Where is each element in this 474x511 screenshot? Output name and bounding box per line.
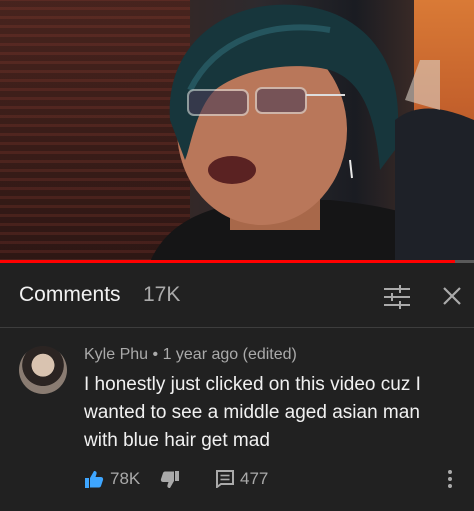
more-vertical-icon[interactable] — [446, 467, 454, 491]
comment-actions: 78K 477 — [84, 467, 464, 493]
close-icon[interactable] — [440, 284, 464, 308]
avatar[interactable] — [19, 346, 67, 394]
comment-text: I honestly just clicked on this video cu… — [84, 374, 421, 451]
video-player[interactable] — [0, 0, 474, 262]
comments-count: 17K — [143, 283, 181, 306]
comment-author[interactable]: Kyle Phu — [84, 346, 148, 363]
video-frame-person — [150, 4, 474, 262]
comments-title: Comments — [19, 283, 121, 306]
thumbs-up-icon[interactable] — [84, 469, 104, 489]
comment-time: 1 year ago (edited) — [162, 346, 297, 363]
comment-meta: Kyle Phu • 1 year ago (edited) — [84, 346, 297, 364]
comment-item: Kyle Phu • 1 year ago (edited) I honestl… — [0, 328, 474, 511]
like-count: 78K — [110, 469, 141, 488]
meta-separator: • — [152, 346, 159, 363]
reply-icon[interactable] — [216, 470, 234, 488]
filter-icon[interactable] — [384, 285, 410, 309]
reply-count: 477 — [240, 469, 269, 488]
thumbs-down-icon[interactable] — [160, 470, 180, 490]
